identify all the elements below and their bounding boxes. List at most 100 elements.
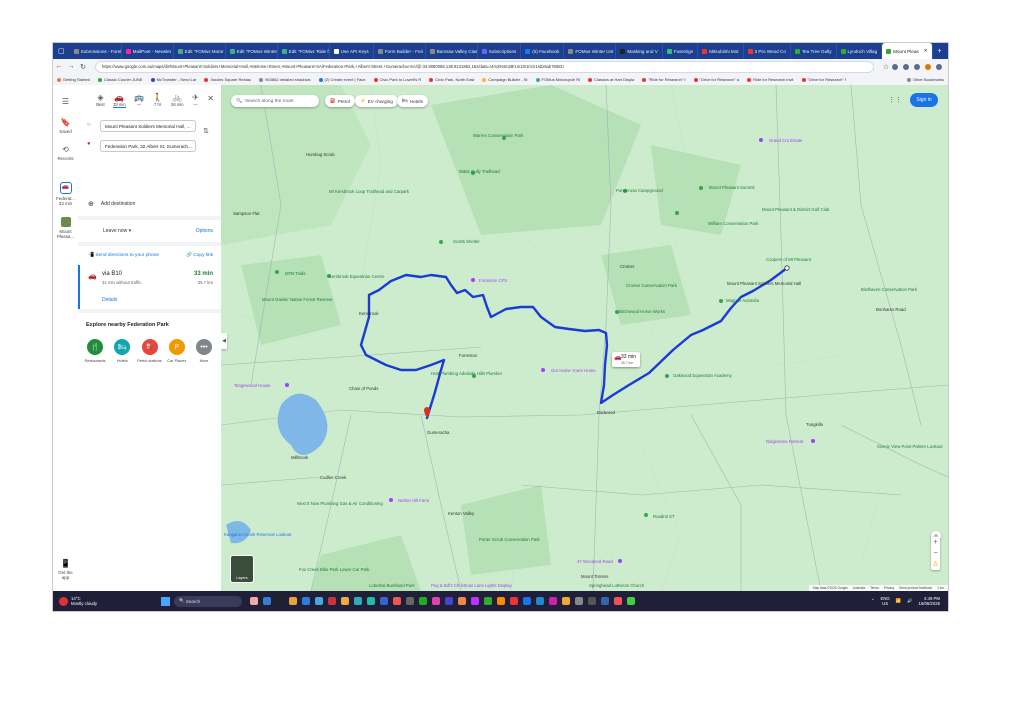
map-place-label[interactable]: Tungkillo xyxy=(806,422,823,427)
leave-now-dropdown[interactable]: Leave now ▾ xyxy=(103,228,131,234)
map-place-label[interactable]: Humbug Scrub xyxy=(306,152,335,157)
taskbar-app-icon[interactable] xyxy=(523,597,531,605)
route-time-callout[interactable]: 🚗 33 min 35.7 km xyxy=(612,352,640,367)
map-place-label[interactable]: Millbrook xyxy=(291,455,308,460)
clock[interactable]: 4:49 PM 16/06/2025 xyxy=(918,596,940,606)
route-details-link[interactable]: Details xyxy=(102,297,117,303)
taskbar-app-icon[interactable] xyxy=(393,597,401,605)
browser-tab[interactable]: (5) Facebook xyxy=(521,43,565,59)
map-place-label[interactable]: Forreston CFS xyxy=(479,278,507,283)
taskbar-app-icon[interactable] xyxy=(328,597,336,605)
map-place-label[interactable]: Birdhaven Conservation Park xyxy=(861,287,917,292)
destination-input[interactable]: Federation Park, 32 Albert St, Gumerach.… xyxy=(100,140,196,152)
taskbar-app-icon[interactable] xyxy=(484,597,492,605)
taskbar-app-icon[interactable] xyxy=(289,597,297,605)
recent-mount-pleasant[interactable]: Mount Pleasa... xyxy=(53,217,78,239)
explore-category[interactable]: P Car Places xyxy=(164,339,190,363)
map-place-label[interactable]: Birdwood xyxy=(597,410,615,415)
browser-tab[interactable]: FOMus Winter Unt xyxy=(564,43,617,59)
map-place-label[interactable]: Mount Gawler Native Forest Reserve xyxy=(262,297,333,302)
taskbar-app-icon[interactable] xyxy=(614,597,622,605)
map-place-label[interactable]: Ridgestone Retreat xyxy=(766,439,803,444)
bookmark-item[interactable]: Campaign Builder - St xyxy=(478,77,531,82)
taskbar-app-icon[interactable] xyxy=(471,597,479,605)
browser-tab[interactable]: FuseSign xyxy=(663,43,699,59)
taskbar-app-icon[interactable] xyxy=(588,597,596,605)
browser-tab[interactable]: Edit "FOMus 'Ride f xyxy=(278,43,330,59)
wifi-icon[interactable]: 📶 xyxy=(896,598,901,604)
taskbar-app-icon[interactable] xyxy=(263,597,271,605)
zoom-in-button[interactable]: + xyxy=(931,537,940,548)
map-place-label[interactable]: Sampson Flat xyxy=(233,211,260,216)
map-place-label[interactable]: Scenic View Point Palmer Lookout xyxy=(877,444,943,449)
map-place-label[interactable]: Porter Scrub Conservation Park xyxy=(479,537,540,542)
bookmark-star-icon[interactable]: ☆ xyxy=(880,63,892,71)
back-icon[interactable]: ← xyxy=(53,63,65,70)
map-place-label[interactable]: Roadnit ST xyxy=(653,514,675,519)
map-footer-item[interactable]: Australia xyxy=(853,586,865,590)
map-place-label[interactable]: Mount Pleasant Summit xyxy=(709,185,755,190)
explore-category[interactable]: ••• More xyxy=(191,339,217,363)
browser-tab[interactable]: Tea Tree Gully xyxy=(791,43,837,59)
map-place-label[interactable]: Nether Hill Farm xyxy=(398,498,429,503)
bookmark-item[interactable]: Civic Park to Lowell's R xyxy=(370,77,426,82)
bookmark-item[interactable]: McTransfer - Send Lar xyxy=(147,77,201,82)
add-destination-button[interactable]: ⊕ Add destination xyxy=(88,200,135,208)
map-place-label[interactable]: Kenton Valley xyxy=(448,511,474,516)
collapse-panel-button[interactable]: ◀ xyxy=(221,333,227,349)
bookmark-item[interactable]: Civic Park, North East xyxy=(425,77,478,82)
extension-icon[interactable] xyxy=(903,63,909,70)
taskbar-app-icon[interactable] xyxy=(419,597,427,605)
bookmark-item[interactable]: Getting Started xyxy=(53,77,94,82)
pegman-icon[interactable]: ♙ xyxy=(931,559,940,570)
browser-tab[interactable]: Edit "FOMus Motor xyxy=(174,43,226,59)
map-place-label[interactable]: Kersbrook xyxy=(359,311,379,316)
recents-button[interactable]: ⟲ Recents xyxy=(53,145,78,161)
travel-mode-1[interactable]: 🚗 33 min xyxy=(113,93,126,108)
close-tab-icon[interactable]: ✕ xyxy=(924,48,928,54)
browser-tab[interactable]: Barossa Valley Clas xyxy=(426,43,478,59)
map-place-label[interactable]: 47 Woodend Road xyxy=(577,559,613,564)
browser-tab[interactable]: Mitsubishi Mot xyxy=(698,43,744,59)
tray-chevron-icon[interactable]: ⌃ xyxy=(871,598,875,604)
map-canvas[interactable]: Humbug Scrub Warren Conservation Park Watt… xyxy=(221,85,948,591)
bookmark-item[interactable]: Ride for Research invit xyxy=(743,77,797,82)
map-place-label[interactable]: Gumeracha xyxy=(427,430,449,435)
get-app-button[interactable]: 📱 Get the app xyxy=(53,559,78,580)
copy-link-button[interactable]: 🔗 Copy link xyxy=(186,253,213,258)
bookmark-item[interactable]: "Drive for Research" f xyxy=(798,77,850,82)
explore-category[interactable]: 🍴 Restaurants xyxy=(82,339,108,363)
map-footer-item[interactable]: Privacy xyxy=(884,586,894,590)
map-place-label[interactable]: Ponderosa Campground xyxy=(616,188,663,193)
profile-icon[interactable] xyxy=(925,63,931,70)
browser-tab[interactable]: Use API Keys xyxy=(330,43,374,59)
map-place-label[interactable]: Peg & Bill's Christmas Lane Lights Displ… xyxy=(431,583,512,588)
volume-icon[interactable]: 🔊 xyxy=(907,598,912,604)
browser-tab[interactable]: Submissions - Forel xyxy=(70,43,122,59)
reload-icon[interactable]: ↻ xyxy=(77,63,89,71)
apps-grid-icon[interactable]: ⋮⋮ xyxy=(888,96,902,104)
taskbar-app-icon[interactable] xyxy=(458,597,466,605)
travel-mode-0[interactable]: ◈ Best xyxy=(96,93,104,108)
browser-tab[interactable]: Form Builder - Fori xyxy=(374,43,426,59)
browser-tab[interactable]: MailPoet - Newslet xyxy=(122,43,174,59)
forward-icon[interactable]: → xyxy=(65,63,77,70)
map-place-label[interactable]: Coopers of Mt Pleasant xyxy=(766,257,811,262)
travel-mode-4[interactable]: 🚲 26 min xyxy=(171,93,184,108)
map-place-label[interactable]: Kangaroo Creek Reservoir Lookout xyxy=(224,532,291,537)
map-place-label[interactable]: Chain of Ponds xyxy=(349,386,378,391)
taskbar-app-icon[interactable] xyxy=(250,597,258,605)
taskbar-app-icon[interactable] xyxy=(497,597,505,605)
browser-tab[interactable]: 3 Pro Wood Co xyxy=(744,43,791,59)
browser-tab[interactable]: Masking and V xyxy=(616,43,663,59)
weather-widget[interactable]: 14°C Mostly cloudy xyxy=(53,596,149,606)
route-option[interactable]: 🚗 via B10 31 min without traffic 33 min … xyxy=(78,265,221,309)
taskbar-app-icon[interactable] xyxy=(354,597,362,605)
taskbar-app-icon[interactable] xyxy=(276,597,284,605)
language-indicator[interactable]: ENG US xyxy=(880,596,889,606)
taskbar-app-icon[interactable] xyxy=(380,597,388,605)
menu-icon[interactable] xyxy=(936,63,942,70)
taskbar-app-icon[interactable] xyxy=(341,597,349,605)
map-place-label[interactable]: Magnus Australia xyxy=(726,298,759,303)
bookmark-item[interactable]: 963862 detailed shadows xyxy=(255,77,314,82)
